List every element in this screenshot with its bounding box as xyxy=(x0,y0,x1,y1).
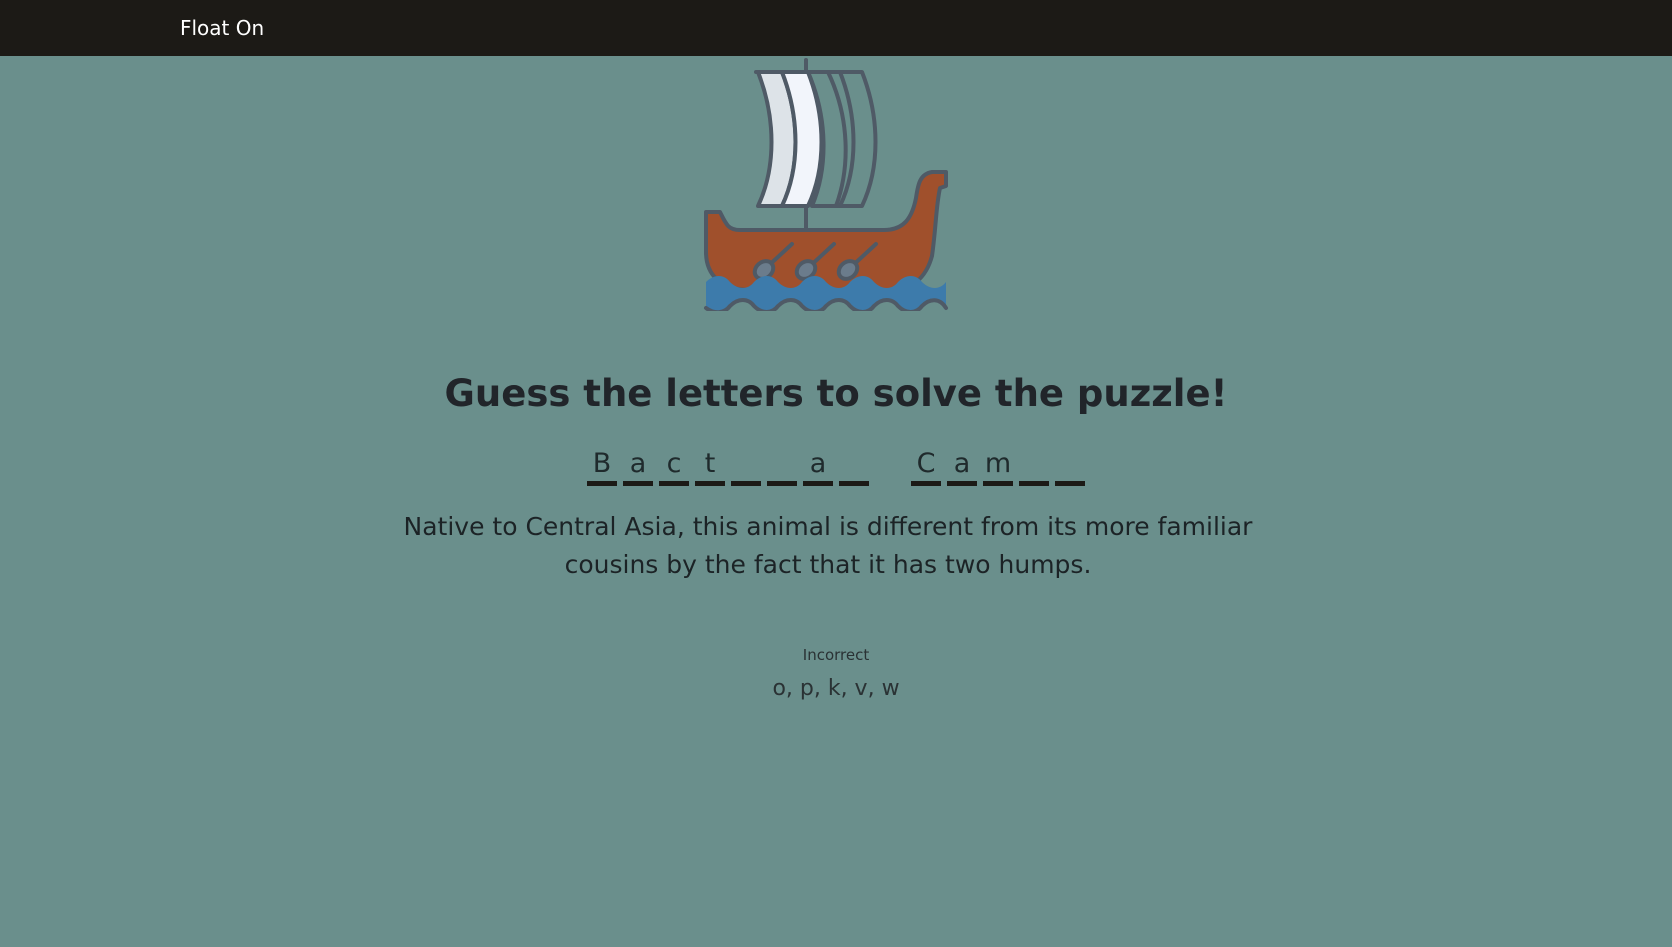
letter: m xyxy=(984,448,1012,479)
puzzle-clue: Native to Central Asia, this animal is d… xyxy=(403,512,1253,579)
letter-slot: m xyxy=(983,444,1013,486)
letter: B xyxy=(592,448,612,479)
letter-slot: c xyxy=(659,444,689,486)
letter: a xyxy=(629,448,647,479)
word-2: C a m xyxy=(908,444,1088,488)
incorrect-label: Incorrect xyxy=(802,646,870,664)
letter-slot: C xyxy=(911,444,941,486)
word-1: B a c t a xyxy=(584,444,872,488)
letter-slot: t xyxy=(695,444,725,486)
letter: C xyxy=(916,448,936,479)
letter: t xyxy=(704,448,716,479)
letter: c xyxy=(666,448,682,479)
letter-slot: B xyxy=(587,444,617,486)
letter-slot: a xyxy=(803,444,833,486)
navbar: Float On xyxy=(0,0,1672,56)
letter-slot xyxy=(767,444,797,486)
letter-slot xyxy=(1055,444,1085,486)
puzzle-heading: Guess the letters to solve the puzzle! xyxy=(444,372,1228,415)
viking-ship-icon xyxy=(704,58,948,311)
puzzle-board: B a c t a C a m xyxy=(0,444,1672,488)
letter-slot: a xyxy=(623,444,653,486)
letter-slot xyxy=(731,444,761,486)
incorrect-letters: o, p, k, v, w xyxy=(772,676,900,701)
letter-slot: a xyxy=(947,444,977,486)
letter: a xyxy=(953,448,971,479)
letter: a xyxy=(809,448,827,479)
letter-slot xyxy=(839,444,869,486)
letter-slot xyxy=(1019,444,1049,486)
brand-link[interactable]: Float On xyxy=(180,16,264,40)
